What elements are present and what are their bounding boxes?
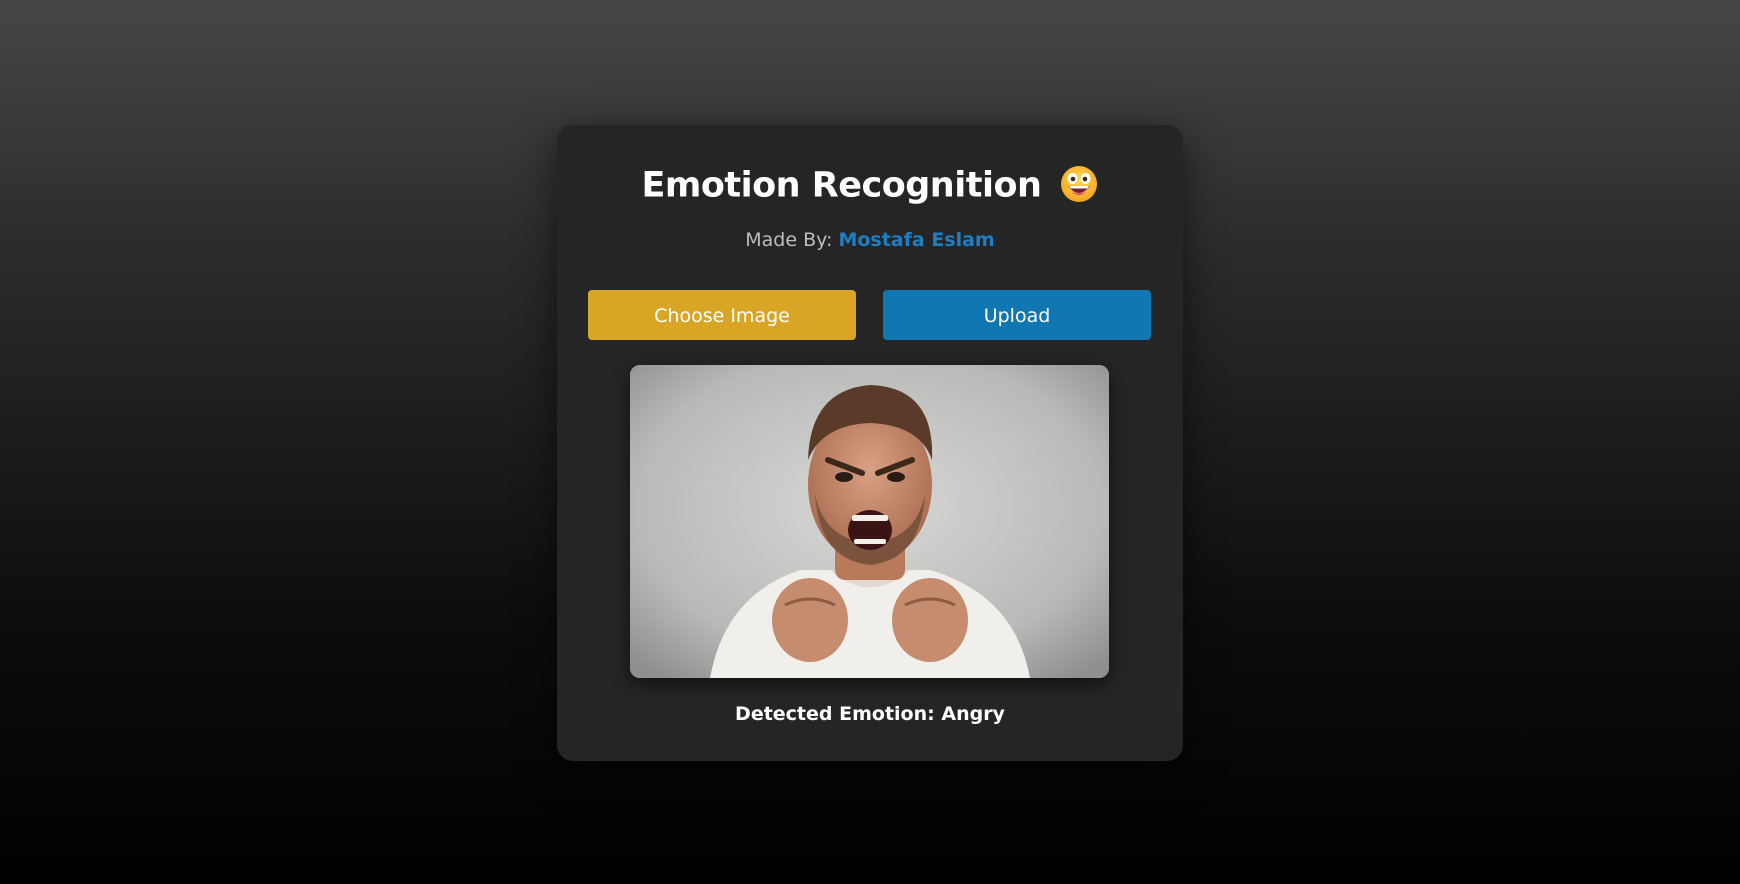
- upload-button[interactable]: Upload: [883, 290, 1151, 340]
- author-link[interactable]: Mostafa Eslam: [838, 229, 994, 251]
- page-title: Emotion Recognition: [641, 165, 1042, 206]
- credit-line: Made By: Mostafa Eslam: [557, 229, 1183, 251]
- preview-image: [630, 365, 1109, 678]
- title-row: Emotion Recognition: [557, 161, 1183, 209]
- result-prefix: Detected Emotion:: [735, 703, 935, 725]
- credit-prefix: Made By:: [745, 229, 833, 251]
- main-card: Emotion Recognition Made By: Mostafa Esl…: [557, 125, 1183, 761]
- grinning-face-emoji-icon: [1059, 164, 1099, 204]
- choose-image-button[interactable]: Choose Image: [588, 290, 856, 340]
- result-emotion: Angry: [941, 703, 1005, 725]
- detected-emotion-text: Detected Emotion: Angry: [557, 703, 1183, 725]
